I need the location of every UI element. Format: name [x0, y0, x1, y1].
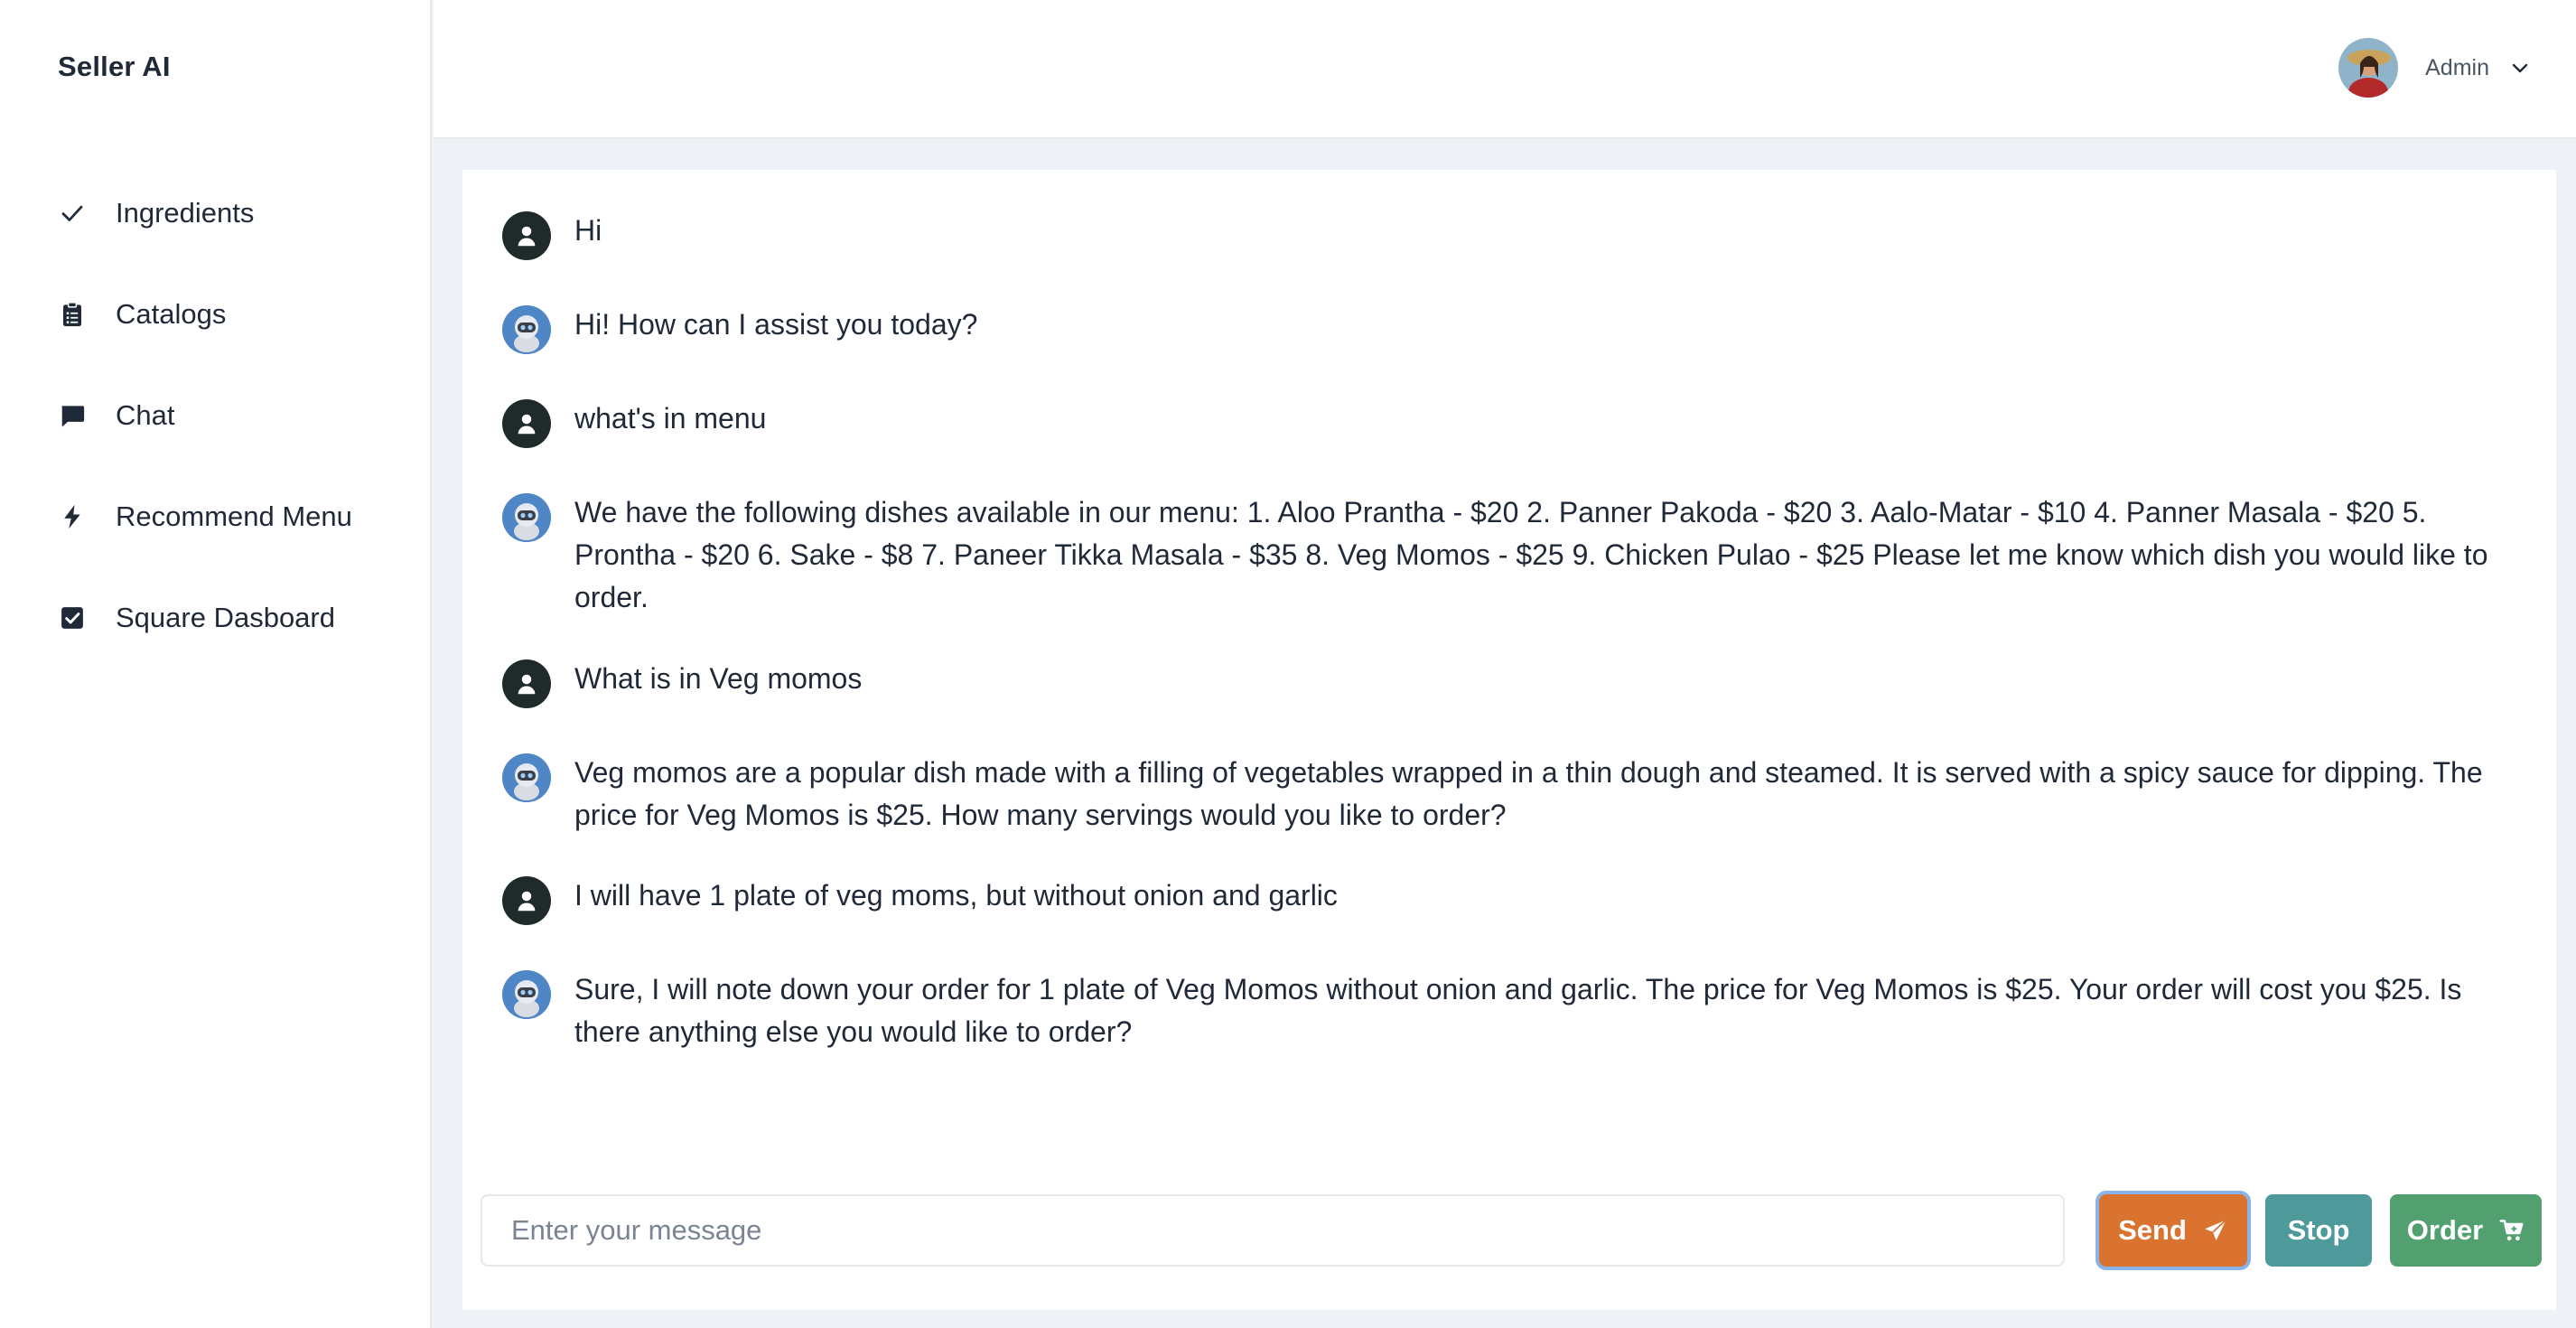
- sidebar-nav: Ingredients Catalogs Chat Recommend Menu…: [0, 163, 430, 669]
- avatar: [2338, 38, 2399, 98]
- chat-message-bot: Hi! How can I assist you today?: [502, 304, 2534, 397]
- lightning-bolt-icon: [58, 502, 87, 531]
- message-text: I will have 1 plate of veg moms, but wit…: [574, 879, 1338, 912]
- stop-button[interactable]: Stop: [2265, 1194, 2372, 1267]
- sidebar-item-label: Ingredients: [116, 197, 255, 229]
- robot-icon: [502, 753, 551, 802]
- sidebar-item-label: Square Dasboard: [116, 602, 335, 633]
- message-list: Hi Hi! How can I assist you today? what'…: [502, 210, 2534, 1091]
- send-button[interactable]: Send: [2099, 1194, 2247, 1267]
- chat-message-user: Hi: [502, 210, 2534, 304]
- chat-message-user: I will have 1 plate of veg moms, but wit…: [502, 874, 2534, 968]
- chat-panel: Hi Hi! How can I assist you today? what'…: [462, 170, 2556, 1310]
- chat-message-bot: We have the following dishes available i…: [502, 491, 2534, 658]
- sidebar-item-label: Catalogs: [116, 298, 227, 330]
- user-icon: [502, 659, 551, 708]
- app-title: Seller AI: [58, 51, 171, 82]
- chevron-down-icon[interactable]: [2509, 57, 2531, 79]
- message-text: We have the following dishes available i…: [574, 496, 2488, 613]
- user-icon: [502, 876, 551, 925]
- order-button-label: Order: [2406, 1214, 2484, 1246]
- message-text: Veg momos are a popular dish made with a…: [574, 756, 2483, 831]
- robot-icon: [502, 493, 551, 542]
- chat-message-bot: Veg momos are a popular dish made with a…: [502, 752, 2534, 874]
- sidebar-item-ingredients[interactable]: Ingredients: [0, 163, 430, 264]
- order-button[interactable]: Order: [2390, 1194, 2542, 1267]
- top-header: Admin: [434, 0, 2576, 139]
- chat-bubble-icon: [58, 401, 87, 430]
- clipboard-list-icon: [58, 300, 87, 329]
- message-text: What is in Veg momos: [574, 662, 863, 695]
- sidebar-item-square-dashboard[interactable]: Square Dasboard: [0, 567, 430, 669]
- cart-icon: [2499, 1220, 2524, 1241]
- sidebar-item-recommend-menu[interactable]: Recommend Menu: [0, 466, 430, 567]
- user-icon: [502, 399, 551, 448]
- send-button-label: Send: [2118, 1214, 2187, 1246]
- check-icon: [58, 199, 87, 228]
- message-text: Sure, I will note down your order for 1 …: [574, 973, 2462, 1048]
- message-text: what's in menu: [574, 402, 767, 435]
- sidebar-item-label: Recommend Menu: [116, 500, 352, 532]
- stop-button-label: Stop: [2287, 1214, 2350, 1246]
- user-name: Admin: [2425, 54, 2489, 80]
- sidebar: Seller AI Ingredients Catalogs Chat Reco…: [0, 0, 432, 1328]
- sidebar-item-chat[interactable]: Chat: [0, 365, 430, 466]
- message-text: Hi! How can I assist you today?: [574, 308, 978, 341]
- message-input[interactable]: [481, 1194, 2065, 1267]
- message-text: Hi: [574, 214, 602, 247]
- chat-message-user: what's in menu: [502, 397, 2534, 491]
- sidebar-item-label: Chat: [116, 399, 175, 431]
- user-menu[interactable]: Admin: [2338, 38, 2531, 98]
- user-icon: [502, 211, 551, 260]
- checkbox-checked-icon: [58, 603, 87, 632]
- paper-plane-icon: [2205, 1219, 2227, 1241]
- robot-icon: [502, 970, 551, 1019]
- chat-message-user: What is in Veg momos: [502, 658, 2534, 752]
- chat-message-bot: Sure, I will note down your order for 1 …: [502, 968, 2534, 1091]
- robot-icon: [502, 305, 551, 354]
- composer: Send Stop Order: [481, 1194, 2549, 1267]
- sidebar-item-catalogs[interactable]: Catalogs: [0, 264, 430, 365]
